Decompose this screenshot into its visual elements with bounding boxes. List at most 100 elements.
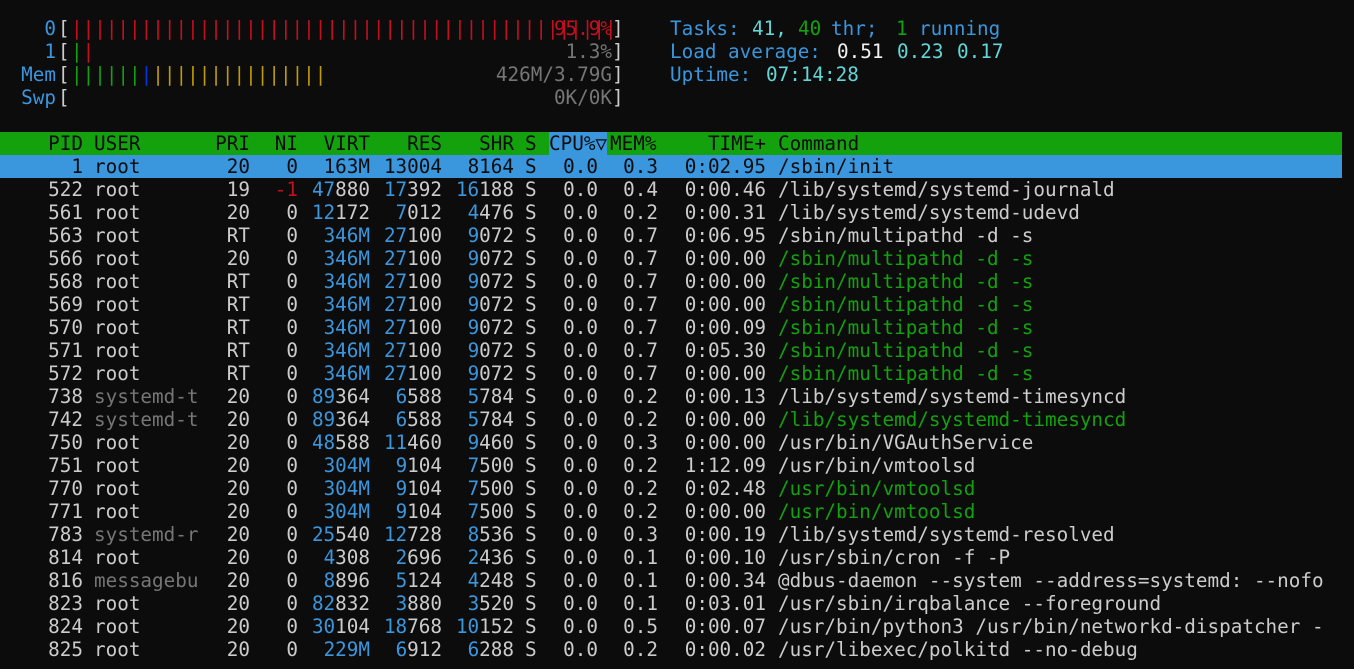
- cell-command: /usr/sbin/irqbalance --foreground: [778, 592, 1162, 615]
- cell-s: S: [525, 500, 537, 523]
- cell-cpu: 0.0: [563, 293, 598, 316]
- cell-pid: 566: [48, 247, 83, 270]
- col-time[interactable]: TIME+: [670, 132, 766, 155]
- process-row[interactable]: 816 messagebu 20 0 8896 5124 4248 S 0.0 0.1 0:00.3…: [0, 569, 1342, 592]
- col-pri[interactable]: PRI: [200, 132, 250, 155]
- cell-mem: 0.7: [623, 293, 658, 316]
- cell-pri: 20: [226, 592, 250, 615]
- cell-pid: 738: [48, 385, 83, 408]
- cell-command: /lib/systemd/systemd-journald: [778, 178, 1115, 201]
- cell-shr: 9072: [467, 270, 514, 293]
- process-row[interactable]: 770 root 20 0 304M 9104 7500 S 0.0 0.2 0:02.48/usr…: [0, 477, 1342, 500]
- col-res[interactable]: RES: [372, 132, 442, 155]
- col-user[interactable]: USER: [94, 132, 140, 155]
- load-5min: 0.23: [897, 40, 944, 63]
- process-row[interactable]: 570 root RT 0 346M 27100 9072 S 0.0 0.7 0:00.09/sb…: [0, 316, 1342, 339]
- cell-command: /sbin/multipathd -d -s: [778, 316, 1034, 339]
- cpu0-bar: ||||||||||||||||||||||||||||||||||||||||…: [71, 17, 617, 40]
- cell-command: /lib/systemd/systemd-udevd: [778, 201, 1080, 224]
- cell-cpu: 0.0: [563, 500, 598, 523]
- cell-user: root: [94, 431, 141, 454]
- cell-mem: 0.4: [623, 178, 658, 201]
- tasks-line: Tasks: 41, 40 thr; 1 running: [0, 17, 1000, 40]
- col-shr[interactable]: SHR: [444, 132, 514, 155]
- cell-user: messagebu: [94, 569, 199, 592]
- cell-virt: 25540: [311, 523, 370, 546]
- cell-ni: 0: [286, 615, 298, 638]
- process-row[interactable]: 742 systemd-t 20 0 89364 6588 5784 S 0.0 0.2 0:00.…: [0, 408, 1342, 431]
- process-row[interactable]: 823 root 20 0 82832 3880 3520 S 0.0 0.1 0:03.01/us…: [0, 592, 1342, 615]
- process-row[interactable]: 566 root 20 0 346M 27100 9072 S 0.0 0.7 0:00.00/sb…: [0, 247, 1342, 270]
- process-row[interactable]: 738 systemd-t 20 0 89364 6588 5784 S 0.0 0.2 0:00.…: [0, 385, 1342, 408]
- cell-mem: 0.7: [623, 362, 658, 385]
- col-pid[interactable]: PID: [20, 132, 83, 155]
- cpu1-bracket-close: ]: [612, 40, 624, 63]
- cell-res: 3880: [395, 592, 442, 615]
- process-row[interactable]: 771 root 20 0 304M 9104 7500 S 0.0 0.2 0:00.00/usr…: [0, 500, 1342, 523]
- cell-user: root: [94, 224, 141, 247]
- cell-command: /sbin/multipathd -d -s: [778, 293, 1034, 316]
- cell-command: /sbin/init: [778, 155, 895, 178]
- cell-s: S: [525, 569, 537, 592]
- process-row[interactable]: 571 root RT 0 346M 27100 9072 S 0.0 0.7 0:05.30/sb…: [0, 339, 1342, 362]
- cell-virt: 48588: [311, 431, 370, 454]
- cell-time: 0:00.09: [684, 316, 766, 339]
- cell-res: 17392: [383, 178, 442, 201]
- cell-virt: 346M: [323, 270, 370, 293]
- col-virt[interactable]: VIRT: [300, 132, 370, 155]
- cell-res: 13004: [383, 155, 442, 178]
- cell-mem: 0.1: [623, 592, 658, 615]
- process-row[interactable]: 569 root RT 0 346M 27100 9072 S 0.0 0.7 0:00.00/sb…: [0, 293, 1342, 316]
- cell-s: S: [525, 247, 537, 270]
- cell-pri: 20: [226, 431, 250, 454]
- process-row[interactable]: 1 root 20 0 163M 13004 8164 S 0.0 0.3 0:02.95/sbin…: [0, 155, 1342, 178]
- process-row[interactable]: 824 root 20 0 30104 18768 10152 S 0.0 0.5 0:00.07 /…: [0, 615, 1342, 638]
- process-row[interactable]: 751 root 20 0 304M 9104 7500 S 0.0 0.2 1:12.09/usr…: [0, 454, 1342, 477]
- process-row[interactable]: 750 root 20 0 48588 11460 9460 S 0.0 0.3 0:00.00/u…: [0, 431, 1342, 454]
- cell-ni: 0: [286, 477, 298, 500]
- cell-virt: 229M: [323, 638, 370, 661]
- col-s[interactable]: S: [525, 132, 537, 155]
- cell-cpu: 0.0: [563, 247, 598, 270]
- cell-s: S: [525, 270, 537, 293]
- cell-pid: 751: [48, 454, 83, 477]
- cell-res: 12728: [383, 523, 442, 546]
- cell-res: 27100: [383, 293, 442, 316]
- cell-cpu: 0.0: [563, 431, 598, 454]
- col-command[interactable]: Command: [778, 132, 859, 155]
- cell-pri: 20: [226, 408, 250, 431]
- cell-cpu: 0.0: [563, 316, 598, 339]
- cell-ni: 0: [286, 500, 298, 523]
- cell-res: 27100: [383, 316, 442, 339]
- process-row[interactable]: 561 root 20 0 12172 7012 4476 S 0.0 0.2 0:00.31/li…: [0, 201, 1342, 224]
- cell-user: root: [94, 500, 141, 523]
- process-row[interactable]: 814 root 20 0 4308 2696 2436 S 0.0 0.1 0:00.10/usr…: [0, 546, 1342, 569]
- col-cpu-sorted[interactable]: CPU%▽: [549, 132, 608, 155]
- cell-time: 0:00.00: [684, 431, 766, 454]
- col-ni[interactable]: NI: [260, 132, 298, 155]
- threads-count: 40: [798, 17, 822, 40]
- cell-mem: 0.2: [623, 638, 658, 661]
- cell-s: S: [525, 385, 537, 408]
- cell-pri: 20: [226, 477, 250, 500]
- process-row[interactable]: 522 root 19 -1 47880 17392 16188 S 0.0 0.4 0:00.46…: [0, 178, 1342, 201]
- cell-cpu: 0.0: [563, 408, 598, 431]
- cell-time: 0:00.00: [684, 500, 766, 523]
- process-row[interactable]: 572 root RT 0 346M 27100 9072 S 0.0 0.7 0:00.00/sb…: [0, 362, 1342, 385]
- process-row[interactable]: 563 root RT 0 346M 27100 9072 S 0.0 0.7 0:06.95/sb…: [0, 224, 1342, 247]
- cell-time: 0:00.00: [684, 362, 766, 385]
- process-row[interactable]: 825 root 20 0 229M 6912 6288 S 0.0 0.2 0:00.02/usr…: [0, 638, 1342, 661]
- cell-mem: 0.5: [623, 615, 658, 638]
- col-mem[interactable]: MEM%: [610, 132, 656, 155]
- cell-shr: 4476: [467, 201, 514, 224]
- cell-user: root: [94, 316, 141, 339]
- cell-mem: 0.1: [623, 546, 658, 569]
- cell-user: root: [94, 592, 141, 615]
- process-row[interactable]: 783 systemd-r 20 0 25540 12728 8536 S 0.0 0.3 0:00…: [0, 523, 1342, 546]
- cell-shr: 9460: [467, 431, 514, 454]
- process-row[interactable]: 568 root RT 0 346M 27100 9072 S 0.0 0.7 0:00.00/sb…: [0, 270, 1342, 293]
- cell-pid: 825: [48, 638, 83, 661]
- cpu1-label: 1: [44, 40, 56, 63]
- cell-s: S: [525, 362, 537, 385]
- cell-mem: 0.2: [623, 408, 658, 431]
